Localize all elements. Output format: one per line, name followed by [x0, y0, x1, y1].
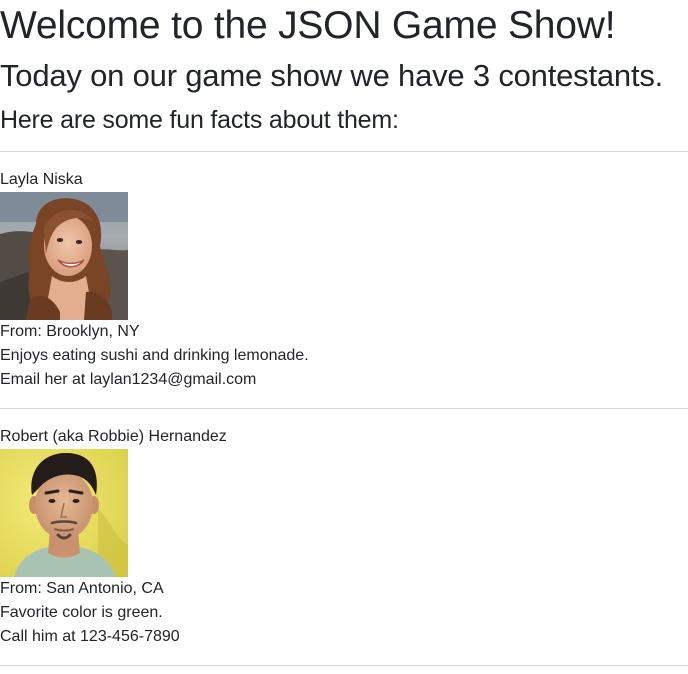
page-subtitle: Today on our game show we have 3 contest…	[0, 58, 664, 93]
intro-heading: Here are some fun facts about them:	[0, 106, 399, 134]
divider	[0, 408, 688, 409]
divider	[0, 665, 688, 666]
page-title: Welcome to the JSON Game Show!	[0, 4, 616, 47]
contestant-photo	[0, 192, 128, 320]
contestant-contact: Call him at 123-456-7890	[0, 628, 180, 645]
contestant-name: Layla Niska	[0, 171, 83, 188]
contestant-name: Robert (aka Robbie) Hernandez	[0, 428, 227, 445]
page: Welcome to the JSON Game Show! Today on …	[0, 0, 688, 674]
contestant-contact: Email her at laylan1234@gmail.com	[0, 371, 257, 388]
divider	[0, 151, 688, 152]
contestant-fun-fact: Favorite color is green.	[0, 604, 163, 621]
contestant-hometown: From: Brooklyn, NY	[0, 323, 140, 340]
contestant-photo	[0, 449, 128, 577]
contestant-hometown: From: San Antonio, CA	[0, 580, 164, 597]
contestant-fun-fact: Enjoys eating sushi and drinking lemonad…	[0, 347, 309, 364]
